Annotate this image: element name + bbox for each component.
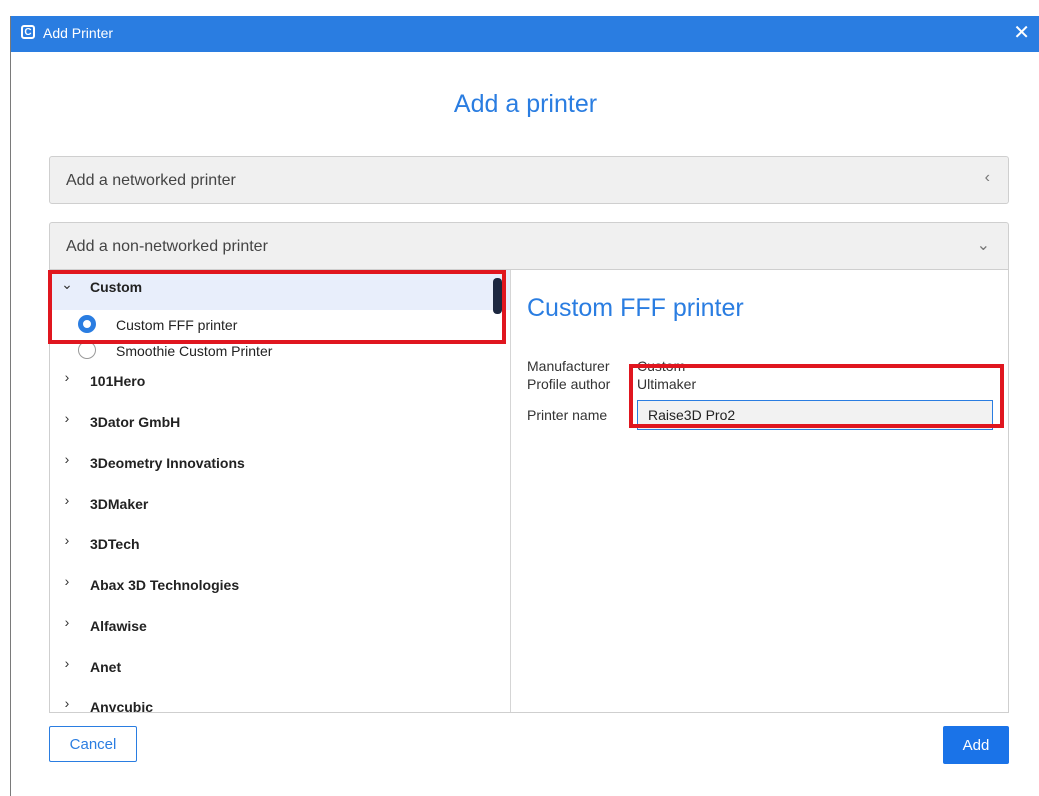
- manufacturer-label: Abax 3D Technologies: [90, 577, 240, 593]
- manufacturer-label: Anycubic: [90, 699, 154, 712]
- close-icon[interactable]: ✕: [1013, 21, 1030, 45]
- chevron-right-icon: ›: [64, 451, 70, 467]
- chevron-right-icon: ›: [64, 532, 70, 548]
- chevron-right-icon: ›: [64, 573, 70, 589]
- profile-author-label: Profile author: [527, 376, 611, 392]
- tree-item-manufacturer[interactable]: › Alfawise: [50, 609, 510, 639]
- profile-author-value: Ultimaker: [637, 376, 697, 392]
- printer-name-row: Printer name: [527, 407, 637, 423]
- manufacturer-value: Custom: [637, 358, 686, 374]
- printer-option-custom-fff[interactable]: Custom FFF printer: [50, 312, 510, 338]
- manufacturer-label: 3Deometry Innovations: [90, 455, 245, 471]
- manufacturer-label: 3DMaker: [90, 496, 149, 512]
- tree-item-manufacturer[interactable]: › Abax 3D Technologies: [50, 568, 510, 598]
- manufacturer-label: Alfawise: [90, 618, 147, 634]
- printer-option-label: Custom FFF printer: [116, 317, 238, 333]
- tree-group-label: Custom: [90, 279, 143, 295]
- networked-section-label: Add a networked printer: [66, 172, 236, 189]
- profile-author-row: Profile author Ultimaker: [527, 376, 696, 392]
- non-networked-printer-section[interactable]: Add a non-networked printer ⌄: [49, 222, 1009, 270]
- manufacturer-label: 3Dator GmbH: [90, 414, 181, 430]
- radio-unselected-icon[interactable]: [78, 341, 96, 359]
- add-button[interactable]: Add: [943, 726, 1009, 764]
- add-printer-dialog: C Add Printer ✕ Add a printer Add a netw…: [10, 16, 1039, 796]
- chevron-down-icon: ⌄: [61, 276, 73, 292]
- tree-item-manufacturer[interactable]: › Anet: [50, 650, 510, 680]
- tree-item-manufacturer[interactable]: › 3DTech: [50, 527, 510, 557]
- tree-item-manufacturer[interactable]: › 101Hero: [50, 364, 510, 394]
- tree-group-custom[interactable]: ⌄ Custom: [50, 270, 510, 310]
- radio-selected-icon[interactable]: [78, 315, 96, 333]
- title-bar: C Add Printer ✕: [11, 16, 1039, 52]
- tree-item-manufacturer[interactable]: › 3Dator GmbH: [50, 405, 510, 435]
- networked-printer-section[interactable]: Add a networked printer ‹: [49, 156, 1009, 204]
- chevron-down-icon: ⌄: [976, 237, 990, 254]
- tree-item-manufacturer[interactable]: › 3DMaker: [50, 487, 510, 517]
- window-title: Add Printer: [43, 25, 114, 41]
- scrollbar-thumb[interactable]: [493, 278, 502, 314]
- manufacturer-label: Manufacturer: [527, 358, 610, 374]
- cancel-button[interactable]: Cancel: [49, 726, 137, 762]
- printer-title: Custom FFF printer: [527, 294, 744, 322]
- printer-selection-panel: ⌄ Custom Custom FFF printer Smoothie Cus…: [49, 270, 1009, 713]
- printer-tree: ⌄ Custom Custom FFF printer Smoothie Cus…: [50, 270, 511, 712]
- printer-name-label: Printer name: [527, 407, 608, 423]
- cura-app-icon: C: [21, 25, 35, 39]
- tree-item-manufacturer[interactable]: › Anycubic: [50, 690, 510, 712]
- chevron-right-icon: ›: [64, 614, 70, 630]
- printer-option-smoothie[interactable]: Smoothie Custom Printer: [50, 338, 510, 364]
- dialog-heading: Add a printer: [453, 90, 598, 118]
- non-networked-section-label: Add a non-networked printer: [66, 238, 268, 255]
- printer-option-label: Smoothie Custom Printer: [116, 343, 273, 359]
- printer-name-input[interactable]: [637, 400, 993, 430]
- manufacturer-label: 3DTech: [90, 536, 140, 552]
- manufacturer-row: Manufacturer Custom: [527, 358, 685, 374]
- chevron-right-icon: ›: [64, 655, 70, 671]
- chevron-left-icon: ‹: [984, 169, 990, 186]
- manufacturer-label: 101Hero: [90, 373, 146, 389]
- chevron-right-icon: ›: [64, 410, 70, 426]
- printer-details: Custom FFF printer Manufacturer Custom Pr…: [511, 270, 1008, 712]
- manufacturer-label: Anet: [90, 659, 122, 675]
- chevron-right-icon: ›: [64, 695, 70, 711]
- chevron-right-icon: ›: [64, 492, 70, 508]
- chevron-right-icon: ›: [64, 369, 70, 385]
- tree-item-manufacturer[interactable]: › 3Deometry Innovations: [50, 446, 510, 476]
